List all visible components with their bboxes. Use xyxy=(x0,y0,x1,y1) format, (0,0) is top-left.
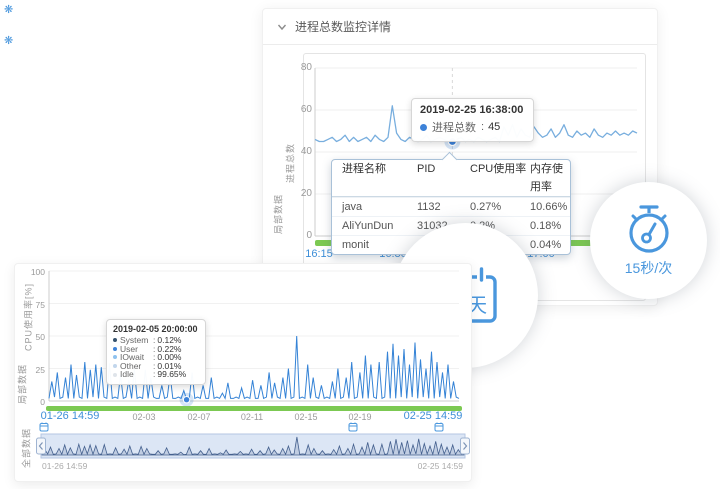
process-tooltip: 2019-02-25 16:38:00 进程总数 : 45 xyxy=(411,98,534,142)
cpu-y-axis-name: CPU使用率[%] xyxy=(22,283,35,351)
stopwatch-icon xyxy=(622,203,676,255)
proc-y-tick: 0 xyxy=(282,231,312,241)
cpu-x-tick: 02-03 xyxy=(132,412,155,422)
panel-title: 进程总数监控详情 xyxy=(295,18,391,35)
series-dot-icon xyxy=(113,364,117,368)
table-cell: 内存使用率 xyxy=(530,160,570,196)
series-dot-icon xyxy=(113,338,117,342)
table-cell: 进程名称 xyxy=(342,160,417,196)
cpu-y-tick: 100 xyxy=(15,267,45,277)
frequency-badge-label: 15秒/次 xyxy=(625,258,672,278)
frequency-badge: 15秒/次 xyxy=(590,182,707,299)
proc-x-tick: 16:15 xyxy=(305,248,333,260)
proc-y-tick: 40 xyxy=(282,147,312,157)
tooltip-value: 45 xyxy=(488,121,500,133)
proc-y-tick: 20 xyxy=(282,189,312,199)
table-cell: 1132 xyxy=(417,198,470,216)
datazoom-slider[interactable] xyxy=(46,406,462,411)
brush-start-label: 01-26 14:59 xyxy=(42,461,87,471)
tooltip-row: Idle:99.65% xyxy=(113,370,198,379)
table-cell: java xyxy=(342,198,417,216)
corner-sparkle-icon: ❋ xyxy=(4,3,13,16)
table-cell: 0.04% xyxy=(530,236,570,254)
proc-y-tick: 80 xyxy=(282,63,312,73)
table-cell: 0.27% xyxy=(470,198,530,216)
event-marker-icon[interactable] xyxy=(348,422,358,432)
brush-handle-right[interactable] xyxy=(461,438,470,454)
data-brush[interactable] xyxy=(37,434,470,458)
cpu-tooltip: 2019-02-05 20:00:00 System:0.12%User:0.2… xyxy=(106,319,206,385)
tooltip-time: 2019-02-05 20:00:00 xyxy=(113,324,198,334)
series-dot-icon xyxy=(420,124,427,131)
table-cell: 0.18% xyxy=(530,217,570,235)
cpu-zoom-label: 局部数据 xyxy=(16,364,29,404)
panel-header: 进程总数监控详情 xyxy=(263,9,657,45)
brush-handle-left[interactable] xyxy=(37,438,46,454)
event-marker-icon[interactable] xyxy=(434,422,444,432)
cpu-all-data-label: 全部数据 xyxy=(20,428,33,468)
table-row: java11320.27%10.66% xyxy=(332,197,570,216)
proc-y-tick: 60 xyxy=(282,105,312,115)
page: ❋ ❋ 进程总数监控详情 进程总数 局部数据 xyxy=(0,0,720,489)
cpu-x-tick: 01-26 14:59 xyxy=(41,410,100,422)
table-cell: CPU使用率 xyxy=(470,160,530,196)
cpu-x-tick: 02-19 xyxy=(348,412,371,422)
event-marker-icon[interactable] xyxy=(39,422,49,432)
table-cell: PID xyxy=(417,160,470,196)
cpu-chart-svg[interactable] xyxy=(15,264,471,481)
tooltip-series: 进程总数 xyxy=(432,119,476,135)
proc-zoom-label: 局部数据 xyxy=(272,194,285,234)
table-cell: monit xyxy=(342,236,417,254)
cpu-x-tick: 02-07 xyxy=(187,412,210,422)
series-dot-icon xyxy=(113,347,117,351)
cpu-x-tick: 02-25 14:59 xyxy=(404,410,463,422)
series-dot-icon xyxy=(113,373,117,377)
tooltip-time: 2019-02-25 16:38:00 xyxy=(420,104,523,116)
corner-sparkle-icon: ❋ xyxy=(4,34,13,47)
series-dot-icon xyxy=(113,355,117,359)
cpu-x-tick: 02-15 xyxy=(294,412,317,422)
table-cell: 10.66% xyxy=(530,198,570,216)
cpu-x-tick: 02-11 xyxy=(241,412,263,422)
cpu-usage-panel: 1007550250 01-26 14:5902-0302-0702-1102-… xyxy=(14,263,472,482)
brush-end-label: 02-25 14:59 xyxy=(418,461,463,471)
table-cell: AliYunDun xyxy=(342,217,417,235)
chevron-down-icon[interactable] xyxy=(277,22,287,32)
